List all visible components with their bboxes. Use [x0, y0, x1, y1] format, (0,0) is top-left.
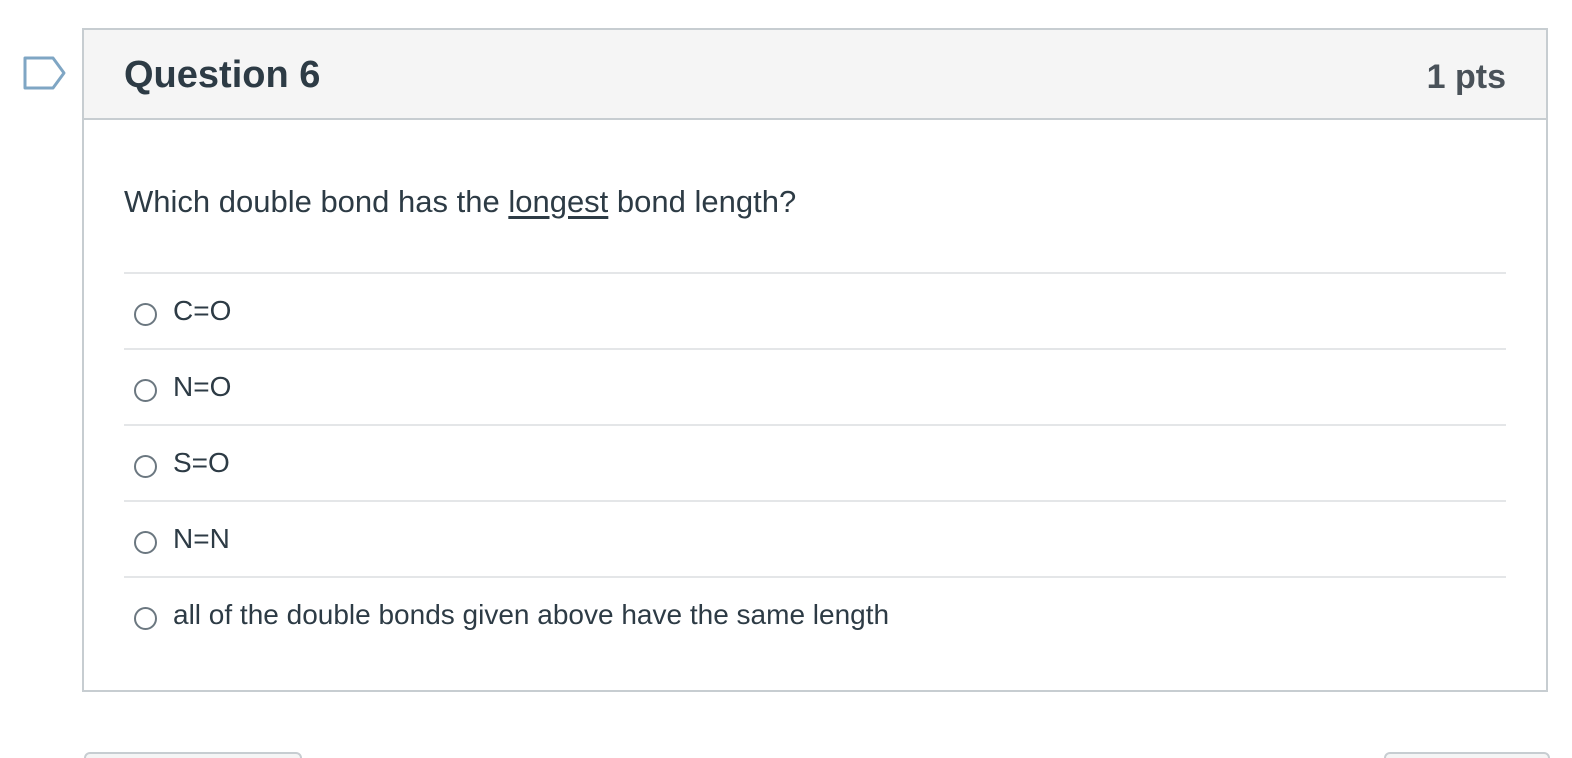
question-points: 1 pts [1426, 58, 1506, 96]
question-text-emphasis: longest [508, 184, 609, 219]
question-title: Question 6 [124, 54, 321, 96]
question-header: Question 6 1 pts [84, 30, 1546, 120]
answer-option-s-o[interactable]: S=O [124, 426, 1506, 502]
answer-list: C=O N=O S=O N=N all of the double bonds … [124, 272, 1506, 652]
answer-label: all of the double bonds given above have… [173, 599, 890, 630]
next-button[interactable] [1384, 752, 1550, 758]
radio-button[interactable] [134, 606, 157, 630]
flag-icon[interactable] [23, 55, 67, 91]
answer-label: N=N [173, 523, 230, 554]
radio-button[interactable] [134, 378, 157, 402]
quiz-page: Question 6 1 pts Which double bond has t… [0, 0, 1572, 758]
question-body: Which double bond has the longest bond l… [84, 120, 1546, 652]
radio-button[interactable] [134, 302, 157, 326]
question-text-start: Which double bond has the [124, 184, 509, 219]
answer-label: N=O [173, 371, 232, 402]
answer-option-c-o[interactable]: C=O [124, 274, 1506, 350]
question-text: Which double bond has the longest bond l… [124, 120, 1506, 222]
answer-option-n-o[interactable]: N=O [124, 350, 1506, 426]
answer-label: C=O [173, 295, 232, 326]
previous-button[interactable] [84, 752, 302, 758]
answer-option-n-n[interactable]: N=N [124, 502, 1506, 578]
answer-label: S=O [173, 447, 230, 478]
question-card: Question 6 1 pts Which double bond has t… [82, 28, 1548, 692]
answer-option-all-same[interactable]: all of the double bonds given above have… [124, 578, 1506, 652]
question-text-end: bond length? [608, 184, 797, 219]
radio-button[interactable] [134, 454, 157, 478]
radio-button[interactable] [134, 530, 157, 554]
